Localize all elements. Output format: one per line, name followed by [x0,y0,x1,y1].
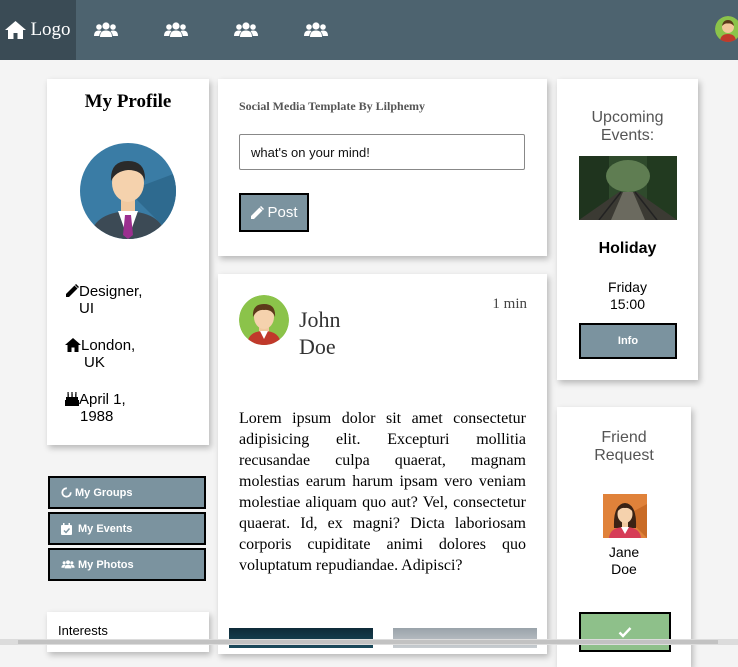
post-author-first: John [299,307,341,332]
pencil-icon [66,283,80,297]
profile-title: My Profile [84,91,172,112]
post-author-last: Doe [299,334,336,359]
event-datetime: Friday 15:00 [557,279,698,313]
user-avatar[interactable] [715,16,738,42]
circle-notch-icon [61,487,72,498]
birthday-info: April 1, 1988 [65,391,126,425]
top-navbar: Logo [0,0,738,60]
location-line1: London, [81,337,136,354]
event-time: 15:00 [609,296,646,312]
friend-first-name: Jane [608,544,640,560]
my-photos-label: My Photos [78,558,134,571]
events-title-line2: Events: [600,127,655,144]
friend-request-title-line2: Request [594,447,654,464]
profile-avatar [80,143,176,239]
birthday-cake-icon [65,392,79,406]
job-line1: Designer, [79,283,143,300]
location-info: London, UK [65,337,135,371]
users-icon[interactable] [164,18,188,42]
users-icon[interactable] [234,18,258,42]
job-line2: UI [79,300,94,317]
friend-request-title: Friend Request [557,429,691,465]
users-icon[interactable] [304,18,328,42]
my-groups-button[interactable]: My Groups [48,476,206,509]
events-title-line1: Upcoming [591,109,664,126]
event-name: Holiday [598,240,657,257]
post-body: Lorem ipsum dolor sit amet consectetur a… [239,410,526,574]
friend-request-card: Friend Request Jane Doe [557,407,691,667]
job-info: Designer, UI [65,283,142,317]
post-button-label: Post [267,204,298,221]
event-day: Friday [608,279,647,295]
calendar-check-icon [61,522,72,535]
events-card: Upcoming Events: Holiday Friday 15:00 In… [557,79,698,380]
horizontal-scrollbar[interactable] [0,639,738,645]
users-icon [61,560,75,569]
users-icon[interactable] [94,18,118,42]
logo-link[interactable]: Logo [0,0,76,60]
logo-label: Logo [30,19,71,40]
scrollbar-thumb[interactable] [18,640,718,644]
home-icon [65,338,81,352]
friend-name: Jane Doe [557,544,691,578]
my-groups-label: My Groups [75,486,133,499]
check-icon [618,627,632,638]
accept-button[interactable] [579,612,671,652]
friend-request-title-line1: Friend [601,429,647,446]
friend-last-name: Doe [611,561,637,577]
composer-heading: Social Media Template By Lilphemy [239,99,426,113]
post-time: 1 min [492,296,527,312]
birthday-line2: 1988 [80,408,114,425]
my-events-button[interactable]: My Events [48,512,206,545]
post-author-name[interactable]: John Doe [299,306,341,360]
info-button[interactable]: Info [579,323,677,359]
friend-avatar[interactable] [603,494,647,538]
post-author-avatar[interactable] [239,295,289,345]
events-title: Upcoming Events: [557,109,698,145]
profile-card: My Profile Designer, UI London, UK April… [47,79,209,445]
birthday-line1: April 1, [79,391,126,408]
post-button[interactable]: Post [239,193,309,232]
location-line2: UK [84,354,105,371]
composer-card: Social Media Template By Lilphemy Post [218,79,547,256]
home-icon [5,21,27,39]
my-photos-button[interactable]: My Photos [48,548,206,581]
event-image [579,156,677,221]
interests-card: Interests [47,612,209,652]
my-events-label: My Events [78,522,133,535]
post-image-2[interactable] [393,628,537,648]
interests-title: Interests [58,623,108,638]
pencil-icon [251,205,265,219]
post-image-1[interactable] [229,628,373,648]
post-card: John Doe 1 min Lorem ipsum dolor sit ame… [218,274,547,654]
post-input[interactable] [239,134,525,170]
